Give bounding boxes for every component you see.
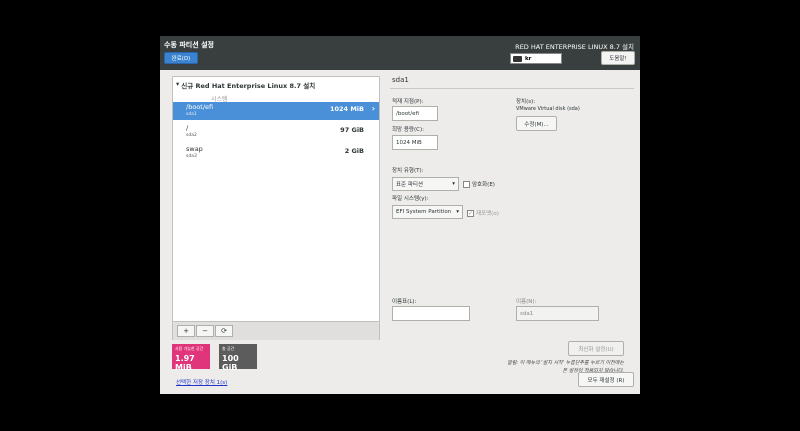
- reformat-checkbox[interactable]: ✓ 재포맷(o): [467, 209, 499, 217]
- available-space-badge: 사용 가능한 공간 1.97 MiB: [172, 344, 210, 372]
- partition-row-swap[interactable]: swap sda3 2 GiB: [173, 144, 379, 162]
- available-space-value: 1.97 MiB: [175, 354, 195, 372]
- expander-triangle-icon: ▾: [176, 80, 180, 88]
- install-group-header[interactable]: ▾ 신규 Red Hat Enterprise Linux 8.7 설치: [176, 80, 315, 90]
- device-type-label: 장치 유형(T):: [392, 168, 424, 174]
- partition-mount: swap: [186, 145, 203, 153]
- done-button[interactable]: 완료(D): [164, 52, 198, 64]
- install-title: 신규 Red Hat Enterprise Linux 8.7 설치: [181, 82, 316, 90]
- encrypt-checkbox[interactable]: 암호화(E): [463, 180, 495, 188]
- reformat-label: 재포맷(o): [476, 211, 499, 217]
- keyboard-icon: [513, 55, 522, 62]
- name-input[interactable]: sda1: [516, 306, 599, 321]
- partition-device: sda3: [186, 154, 197, 159]
- help-button[interactable]: 도움말!: [601, 51, 635, 65]
- name-field-label: 이름(N):: [516, 299, 537, 305]
- page-title: 수동 파티션 설정: [164, 41, 214, 49]
- partition-device: sda2: [186, 133, 197, 138]
- partition-row-boot-efi[interactable]: /boot/efi sda1 1024 MiB ›: [173, 102, 379, 120]
- total-space-value: 100 GiB: [222, 354, 239, 372]
- keyboard-layout-value: kr: [525, 55, 532, 62]
- label-input[interactable]: [392, 306, 470, 321]
- partition-device: sda1: [186, 112, 197, 117]
- partition-size: 97 GiB: [340, 126, 364, 134]
- mount-point-label: 적재 지점(P):: [392, 99, 424, 105]
- label-field-label: 이름표(L):: [392, 299, 417, 305]
- device-value: VMware Virtual disk (sda): [516, 106, 580, 112]
- desired-capacity-label: 희망 용량(C):: [392, 127, 424, 133]
- device-label: 장치(s):: [516, 99, 536, 105]
- device-type-value: 표준 파티션: [396, 182, 424, 188]
- partition-mount: /: [186, 124, 189, 132]
- total-space-label: 총 공간: [222, 346, 235, 351]
- refresh-icon[interactable]: ⟳: [215, 325, 233, 337]
- update-settings-button[interactable]: 최신화 설정(U): [568, 341, 624, 356]
- mount-point-input[interactable]: /boot/efi: [392, 106, 438, 121]
- modify-device-button[interactable]: 수정(M)...: [516, 116, 557, 131]
- keyboard-layout-indicator[interactable]: kr: [510, 53, 562, 64]
- partition-size: 2 GiB: [344, 147, 364, 155]
- dropdown-arrow-icon: ▾: [456, 209, 459, 215]
- apply-note-line1: 알림: 이 메뉴의 '설치 시작' 누름단추를 누르기 이전에는: [507, 360, 624, 366]
- partition-row-root[interactable]: / sda2 97 GiB: [173, 123, 379, 141]
- details-title: sda1: [392, 76, 409, 84]
- partition-toolbar: + − ⟳: [173, 321, 379, 340]
- checkmark-icon: ✓: [467, 209, 474, 217]
- header-bar: 수동 파티션 설정 완료(D) RED HAT ENTERPRISE LINUX…: [160, 36, 640, 70]
- partition-list-panel: ▾ 신규 Red Hat Enterprise Linux 8.7 설치 시스템…: [172, 76, 380, 340]
- product-title: RED HAT ENTERPRISE LINUX 8.7 설치: [515, 43, 634, 51]
- filesystem-value: EFI System Partition: [396, 209, 452, 215]
- details-divider: [390, 88, 634, 89]
- partition-mount: /boot/efi: [186, 103, 214, 111]
- remove-partition-button[interactable]: −: [196, 325, 214, 337]
- total-space-badge: 총 공간 100 GiB: [219, 344, 257, 372]
- checkbox-box: [463, 180, 470, 188]
- partition-size: 1024 MiB: [329, 105, 364, 113]
- available-space-label: 사용 가능한 공간: [175, 346, 204, 351]
- selected-storage-link[interactable]: 선택한 저장 장치 1(s): [176, 378, 227, 386]
- partition-window: 수동 파티션 설정 완료(D) RED HAT ENTERPRISE LINUX…: [160, 36, 640, 394]
- dropdown-arrow-icon: ▾: [452, 181, 455, 187]
- add-partition-button[interactable]: +: [177, 325, 195, 337]
- chevron-right-icon: ›: [371, 104, 375, 113]
- filesystem-combo[interactable]: EFI System Partition ▾: [392, 205, 463, 219]
- reset-all-button[interactable]: 모두 재설정 (R): [578, 372, 634, 387]
- device-type-combo[interactable]: 표준 파티션 ▾: [392, 177, 459, 191]
- filesystem-label: 파일 시스템(y):: [392, 196, 429, 202]
- encrypt-label: 암호화(E): [472, 182, 495, 188]
- desired-capacity-input[interactable]: 1024 MiB: [392, 135, 438, 150]
